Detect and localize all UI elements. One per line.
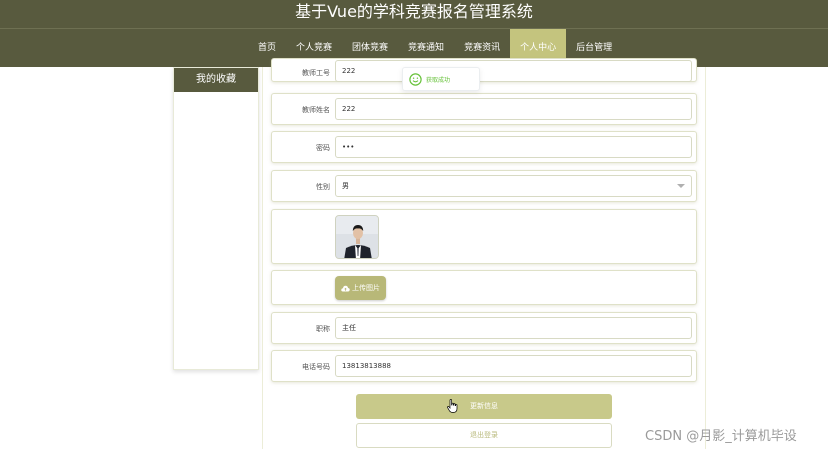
toast-message: 获取成功 — [426, 77, 451, 84]
success-toast: 获取成功 — [402, 67, 480, 91]
phone-input[interactable]: 13813813888 — [335, 355, 692, 377]
csdn-watermark: CSDN @月影_计算机毕设 — [645, 429, 797, 444]
photo-row — [271, 209, 697, 264]
upload-image-label: 上传图片 — [352, 284, 380, 292]
teacher-id-input[interactable]: 222 — [335, 60, 692, 82]
cloud-upload-icon — [341, 285, 350, 291]
password-label: 密码 — [316, 144, 330, 152]
smile-icon — [409, 73, 422, 86]
teacher-id-label: 教师工号 — [302, 69, 330, 77]
gender-label: 性别 — [316, 183, 330, 191]
teacher-name-input[interactable]: 222 — [335, 98, 692, 120]
phone-row: 电话号码 13813813888 — [271, 350, 697, 382]
job-title-row: 职称 主任 — [271, 312, 697, 344]
hand-cursor-icon — [447, 399, 458, 413]
sidebar-item-favorites[interactable]: 我的收藏 — [174, 68, 258, 92]
logout-button[interactable]: 退出登录 — [356, 423, 612, 448]
sidebar: 我的收藏 — [173, 67, 259, 370]
update-info-button[interactable]: 更新信息 — [356, 394, 612, 419]
site-title: 基于Vue的学科竞赛报名管理系统 — [295, 2, 533, 21]
upload-image-button[interactable]: 上传图片 — [335, 276, 386, 300]
job-title-input[interactable]: 主任 — [335, 317, 692, 339]
teacher-name-row: 教师姓名 222 — [271, 93, 697, 125]
job-title-label: 职称 — [316, 325, 330, 333]
gender-value: 男 — [342, 182, 349, 190]
teacher-id-row: 教师工号 222 — [271, 58, 697, 82]
gender-row: 性别 男 — [271, 170, 697, 202]
avatar[interactable] — [335, 215, 379, 259]
phone-label: 电话号码 — [302, 363, 330, 371]
person-photo-icon — [336, 216, 378, 258]
gender-select[interactable]: 男 — [335, 175, 692, 197]
teacher-name-label: 教师姓名 — [302, 106, 330, 114]
chevron-down-icon[interactable] — [677, 184, 685, 188]
password-row: 密码 ••• — [271, 131, 697, 163]
password-input[interactable]: ••• — [335, 136, 692, 158]
site-header: 基于Vue的学科竞赛报名管理系统 首页 个人竞赛 团体竞赛 竞赛通知 竞赛资讯 … — [0, 0, 828, 67]
upload-row: 上传图片 — [271, 270, 697, 305]
